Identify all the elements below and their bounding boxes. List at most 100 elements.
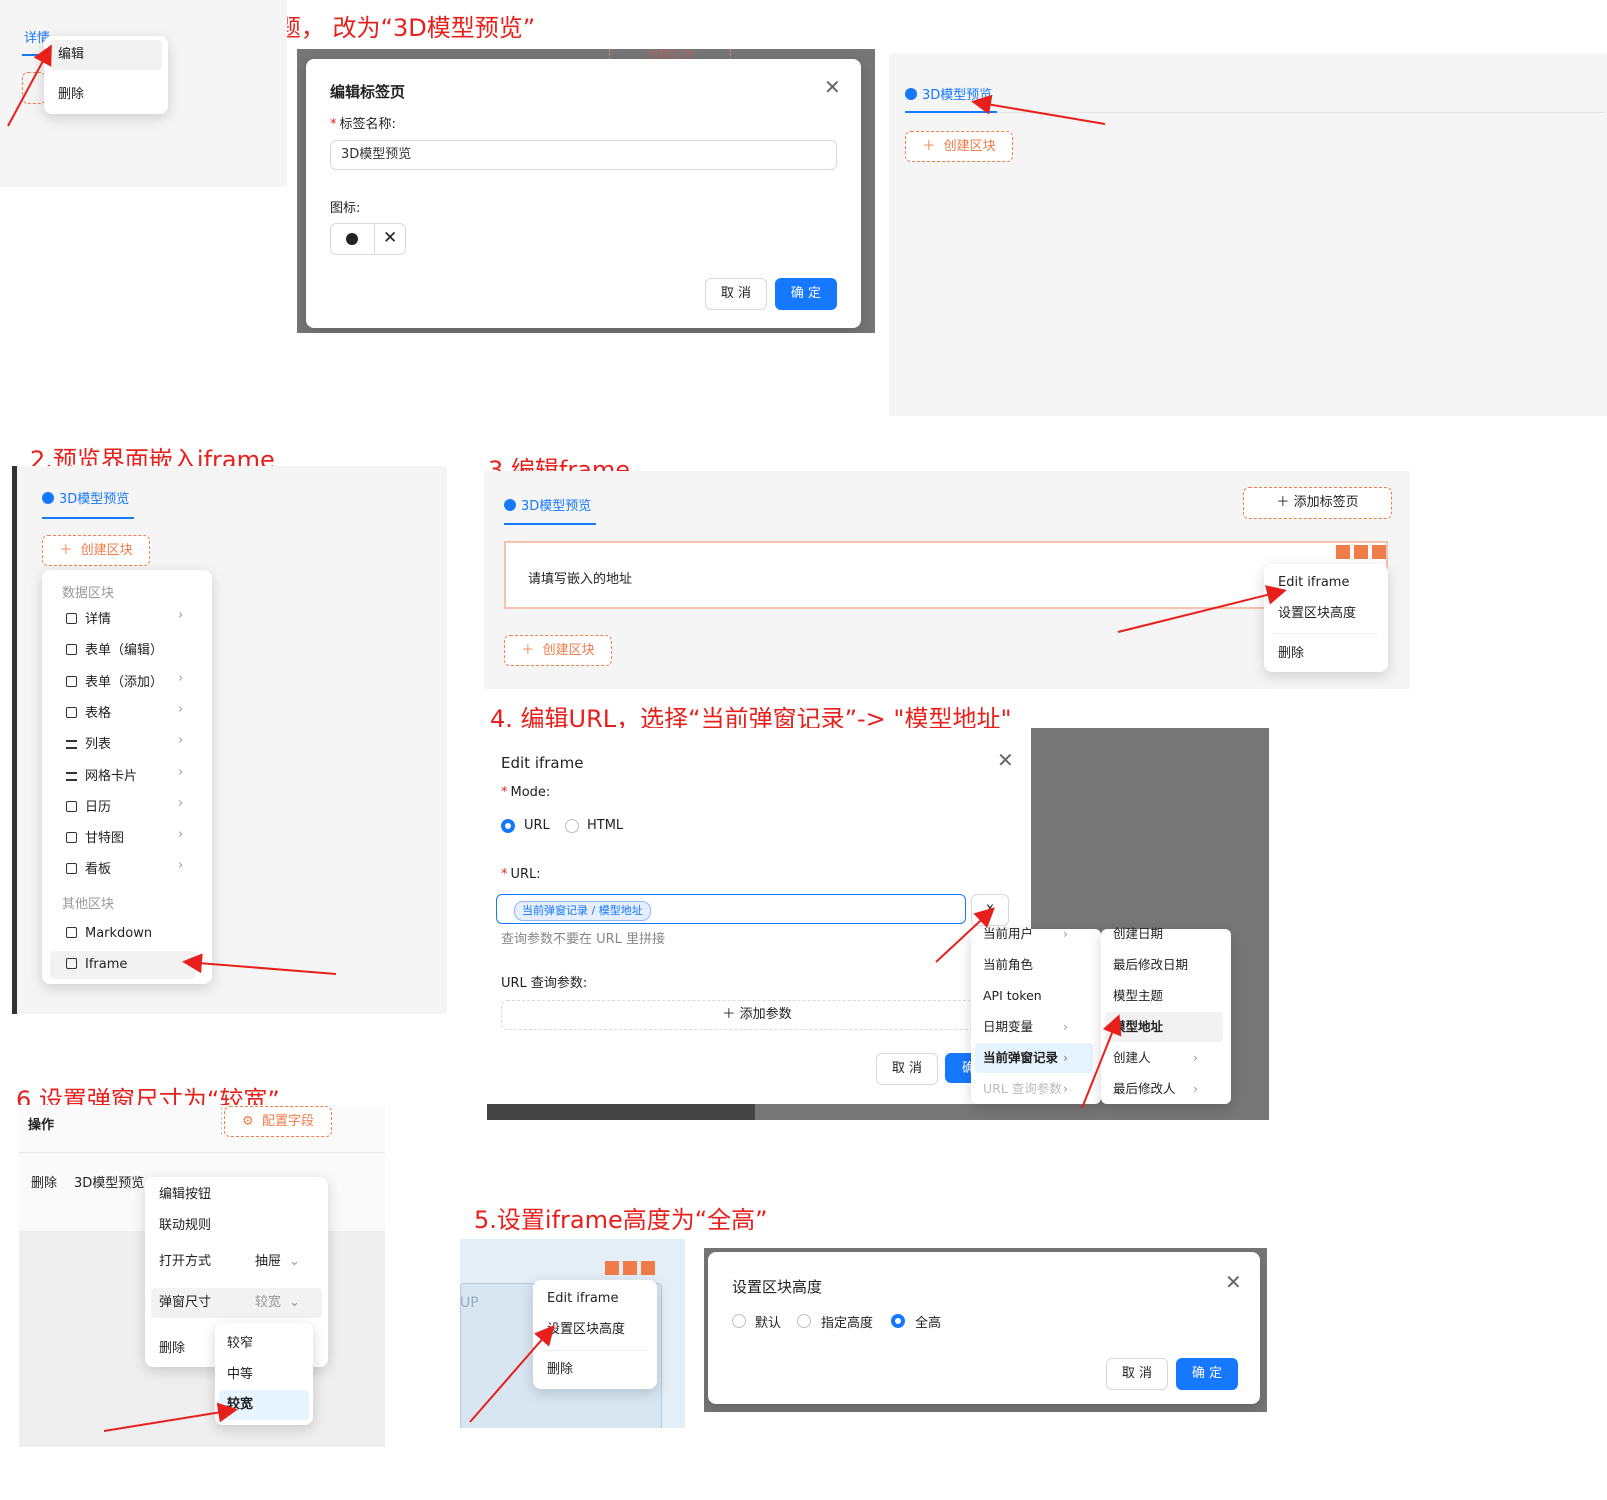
create-block-button[interactable]: ＋ 创建区块 — [905, 131, 1013, 162]
block-settings-menu: Edit iframe 设置区块高度 删除 — [1264, 564, 1388, 672]
block-item[interactable]: Iframe — [50, 951, 196, 980]
query-params-label: URL 查询参数: — [501, 976, 588, 991]
block-item[interactable]: Markdown — [50, 920, 196, 948]
add-icon[interactable] — [623, 1261, 637, 1275]
link-delete[interactable]: 删除 — [31, 1172, 57, 1191]
size-wide[interactable]: 较宽 — [219, 1390, 309, 1420]
ok-button[interactable]: 确 定 — [775, 278, 837, 310]
height-default-radio[interactable] — [732, 1314, 746, 1328]
ok-button[interactable]: 确 定 — [1176, 1358, 1238, 1390]
menu-delete[interactable]: 删除 — [50, 80, 162, 110]
block-item[interactable]: 表格 › — [66, 702, 196, 721]
block-item-label: 看板 — [85, 862, 112, 878]
tab-3d-preview[interactable]: 3D模型预览 — [504, 495, 591, 514]
variable-menu-item[interactable]: 模型主题 — [1105, 981, 1223, 1011]
block-item-label: Markdown — [85, 926, 153, 941]
cancel-button[interactable]: 取 消 — [1106, 1358, 1168, 1390]
settings-icon[interactable] — [641, 1261, 655, 1275]
block-settings-menu: Edit iframe 设置区块高度 删除 — [533, 1280, 657, 1389]
add-param-button[interactable]: ＋ 添加参数 — [501, 1000, 1013, 1030]
popup-size-value: 较宽 — [255, 1295, 282, 1310]
variable-menu-label: 模型主题 — [1113, 988, 1164, 1003]
height-full-radio[interactable] — [891, 1314, 905, 1328]
block-type-menu: 数据区块 详情 › 表单（编辑） 表单（添加） › 表格 › 列表 › 网格卡片 › 日历 › 甘特图 › 看… — [42, 570, 212, 984]
block-item[interactable]: 日历 › — [66, 796, 196, 815]
variable-menu-item[interactable]: 当前用户 › — [975, 919, 1093, 949]
close-icon[interactable]: ✕ — [997, 748, 1014, 772]
variable-menu-item[interactable]: API token — [975, 981, 1093, 1011]
icon-picker[interactable]: ✕ — [330, 223, 406, 255]
block-item[interactable]: 网格卡片 › — [66, 765, 196, 784]
mode-html-radio[interactable] — [565, 819, 579, 833]
height-fixed-radio[interactable] — [797, 1314, 811, 1328]
variable-menu-item[interactable]: 当前弹窗记录 › — [975, 1043, 1093, 1073]
drag-icon[interactable] — [605, 1261, 619, 1275]
block-item[interactable]: 表单（添加） › — [66, 671, 196, 690]
add-tab-button[interactable]: ＋ 添加标签页 — [1243, 487, 1392, 519]
panel-popup-size: 操作 ⚙ 配置字段 删除 3D模型预览 编辑按钮 联动规则 打开方式 抽屉 ⌄ 弹窗… — [19, 1105, 385, 1447]
variable-menu-label: 当前用户 — [983, 926, 1034, 941]
tab-context-menu: 编辑 删除 — [44, 36, 168, 114]
block-item-label: 表单（编辑） — [85, 643, 164, 659]
edit-icon — [66, 863, 77, 875]
size-narrow[interactable]: 较窄 — [219, 1329, 309, 1359]
tab-3d-preview[interactable]: 3D模型预览 — [905, 84, 992, 103]
cube-icon — [346, 233, 358, 245]
cancel-button[interactable]: 取 消 — [876, 1053, 938, 1085]
menu-edit[interactable]: 编辑 — [50, 40, 162, 70]
close-icon[interactable]: ✕ — [824, 75, 841, 99]
open-mode-value: 抽屉 — [255, 1254, 282, 1269]
block-item-label: 详情 — [85, 612, 112, 627]
edit-icon — [66, 675, 77, 687]
block-item-label: 表单（添加） — [85, 674, 164, 690]
menu-linkage-rules[interactable]: 联动规则 — [151, 1211, 322, 1241]
iframe-block[interactable]: 请填写嵌入的地址 — [504, 541, 1388, 609]
tab-3d-preview[interactable]: 3D模型预览 — [42, 488, 129, 507]
block-item[interactable]: 列表 › — [66, 733, 196, 752]
variable-menu-item[interactable]: 最后修改人 › — [1105, 1074, 1223, 1104]
close-icon[interactable]: ✕ — [1225, 1270, 1242, 1294]
edit-iframe-dialog: Edit iframe ✕ * Mode: URL HTML * URL: 当前弹窗… — [487, 728, 1031, 1104]
menu-delete[interactable]: 删除 — [1270, 639, 1382, 669]
variable-menu-item[interactable]: 最后修改日期 — [1105, 950, 1223, 980]
dialog-title: Edit iframe — [501, 754, 584, 772]
link-3d-preview[interactable]: 3D模型预览 — [74, 1172, 144, 1191]
variable-menu-item[interactable]: 日期变量 › — [975, 1012, 1093, 1042]
size-medium[interactable]: 中等 — [219, 1360, 309, 1390]
menu-delete[interactable]: 删除 — [539, 1355, 651, 1385]
configure-fields-button[interactable]: ⚙ 配置字段 — [224, 1106, 332, 1137]
variable-menu-item[interactable]: URL 查询参数 › — [975, 1074, 1093, 1104]
clear-icon[interactable]: ✕ — [383, 228, 397, 248]
column-header: 操作 — [28, 1118, 55, 1133]
chevron-right-icon: › — [178, 858, 184, 874]
panel-height-menu: UP Edit iframe 设置区块高度 删除 — [460, 1239, 685, 1428]
add-icon[interactable] — [1354, 545, 1368, 559]
variable-menu-item[interactable]: 创建人 › — [1105, 1043, 1223, 1073]
tab-name-input[interactable]: 3D模型预览 — [330, 140, 837, 170]
menu-popup-size[interactable]: 弹窗尺寸 较宽 ⌄ — [151, 1288, 322, 1318]
menu-edit-iframe[interactable]: Edit iframe — [539, 1284, 651, 1314]
menu-edit-button[interactable]: 编辑按钮 — [151, 1180, 322, 1210]
group-data-blocks: 数据区块 — [62, 586, 115, 601]
variable-menu-item[interactable]: 模型地址 — [1105, 1012, 1223, 1042]
panel-tab-menu: 详情 编辑 删除 — [0, 0, 287, 187]
drag-icon[interactable] — [1336, 545, 1350, 559]
variable-menu-item[interactable]: 创建日期 — [1105, 919, 1223, 949]
menu-set-height[interactable]: 设置区块高度 — [1270, 599, 1382, 629]
menu-set-height[interactable]: 设置区块高度 — [539, 1315, 651, 1345]
block-item[interactable]: 看板 › — [66, 858, 196, 877]
block-item[interactable]: 详情 › — [66, 608, 196, 627]
settings-icon[interactable] — [1372, 545, 1386, 559]
menu-edit-iframe[interactable]: Edit iframe — [1270, 568, 1382, 598]
mode-url-radio[interactable] — [501, 819, 515, 833]
chevron-right-icon: › — [1063, 926, 1068, 941]
block-item[interactable]: 表单（编辑） — [66, 639, 196, 658]
url-input[interactable]: 当前弹窗记录 / 模型地址 — [496, 894, 966, 924]
create-block-button[interactable]: ＋ 创建区块 — [42, 535, 150, 566]
menu-open-mode[interactable]: 打开方式 抽屉 ⌄ — [151, 1247, 322, 1277]
block-item[interactable]: 甘特图 › — [66, 827, 196, 846]
create-block-button[interactable]: ＋ 创建区块 — [504, 635, 612, 666]
cancel-button[interactable]: 取 消 — [705, 278, 767, 310]
variable-menu-item[interactable]: 当前角色 — [975, 950, 1093, 980]
variable-tag[interactable]: 当前弹窗记录 / 模型地址 — [514, 901, 651, 921]
